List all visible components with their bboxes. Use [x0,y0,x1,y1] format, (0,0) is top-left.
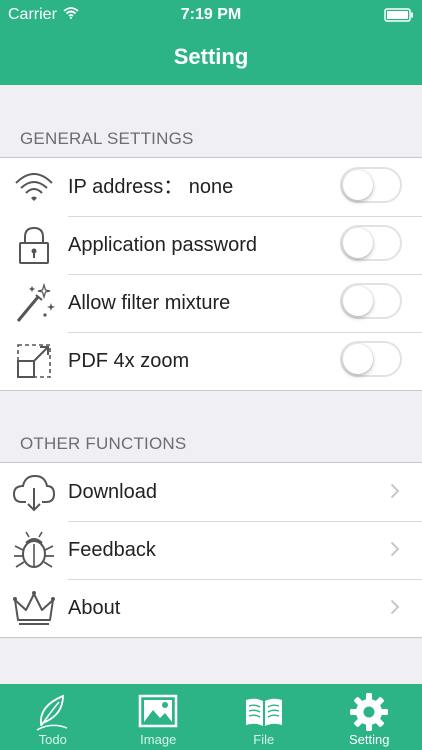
tab-file-label: File [253,732,275,747]
pdf-zoom-label: PDF 4x zoom [68,350,190,372]
ip-address-toggle[interactable] [340,167,402,203]
general-settings-header: GENERAL SETTINGS [20,129,194,148]
book-icon [244,692,284,732]
wifi-icon [12,167,56,207]
tab-file[interactable]: File [211,684,317,750]
tab-image-label: Image [140,732,177,747]
application-password-toggle[interactable] [340,225,402,261]
other-functions-header: OTHER FUNCTIONS [20,434,187,453]
feather-icon [33,692,73,732]
application-password-row: Application password [0,216,422,274]
tab-image[interactable]: Image [106,684,212,750]
image-icon [138,692,178,732]
about-label: About [68,597,121,619]
lock-icon [12,225,56,265]
crown-icon [12,588,56,628]
tab-bar: Todo Image File Setting [0,684,422,750]
about-row[interactable]: About [0,579,422,637]
allow-filter-mixture-label: Allow filter mixture [68,292,231,314]
zoom-expand-icon [12,341,56,381]
pdf-zoom-toggle[interactable] [340,341,402,377]
ip-address-row: IP address： none [0,158,422,216]
feedback-row[interactable]: Feedback [0,521,422,579]
general-settings-group: IP address： none Application password Al… [0,157,422,391]
chevron-right-icon [390,599,400,615]
toggle-knob [343,170,373,200]
download-label: Download [68,481,157,503]
allow-filter-mixture-row: Allow filter mixture [0,274,422,332]
magic-wand-icon [12,283,56,323]
bug-icon [12,530,56,570]
battery-icon [384,8,414,22]
page-title: Setting [173,44,249,69]
feedback-label: Feedback [68,539,156,561]
tab-todo[interactable]: Todo [0,684,106,750]
app-header: Carrier 7:19 PM Setting [0,0,422,85]
gear-icon [349,692,389,732]
toggle-knob [343,344,373,374]
tab-setting[interactable]: Setting [317,684,422,750]
pdf-zoom-row: PDF 4x zoom [0,332,422,390]
tab-setting-label: Setting [349,732,390,747]
toggle-knob [343,286,373,316]
chevron-right-icon [390,483,400,499]
download-row[interactable]: Download [0,463,422,521]
status-bar: Carrier 7:19 PM [0,0,422,30]
allow-filter-mixture-toggle[interactable] [340,283,402,319]
application-password-label: Application password [68,234,257,256]
status-time: 7:19 PM [180,6,242,23]
other-functions-group: Download Feedback About [0,462,422,638]
chevron-right-icon [390,541,400,557]
toggle-knob [343,228,373,258]
tab-todo-label: Todo [38,732,67,747]
ip-address-label: IP address： none [68,176,234,198]
cloud-download-icon [12,472,56,512]
